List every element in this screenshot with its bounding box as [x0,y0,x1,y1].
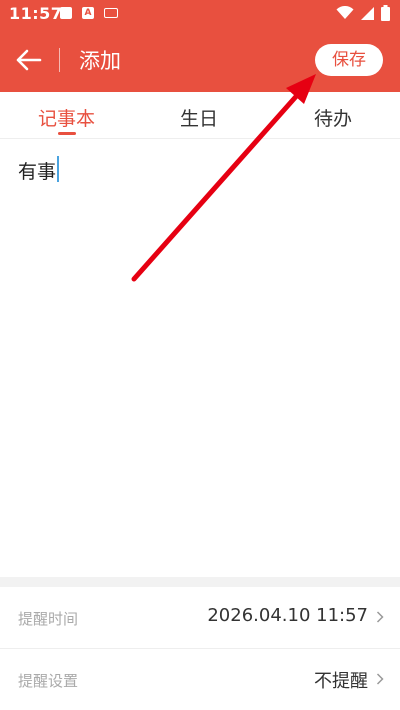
tab-todo[interactable]: 待办 [314,104,352,131]
back-arrow-icon[interactable] [14,46,44,74]
reminder-settings-label: 提醒设置 [18,672,79,690]
text-cursor [57,156,59,182]
signal-icon [361,6,374,20]
chevron-right-icon [376,673,384,685]
android-a-icon: A [82,7,94,19]
page-title: 添加 [79,49,121,73]
reminder-settings-row[interactable]: 提醒设置 不提醒 [0,649,400,710]
section-separator [0,577,400,587]
system-icons [336,5,390,21]
chevron-right-icon [376,611,384,623]
tab-notebook[interactable]: 记事本 [38,104,95,131]
save-button[interactable]: 保存 [315,44,383,76]
note-editor[interactable]: 有事 [0,139,400,577]
keyboard-icon [104,8,118,18]
wifi-icon [336,6,354,19]
note-text[interactable]: 有事 [18,157,56,184]
reminder-time-row[interactable]: 提醒时间 2026.04.10 11:57 [0,587,400,649]
reminder-settings-value: 不提醒 [314,671,368,692]
status-time: 11:57 [9,4,63,23]
active-tab-indicator [58,132,76,135]
category-tabs: 记事本 生日 待办 [0,92,400,139]
app-bar-divider [59,48,60,72]
reminder-time-label: 提醒时间 [18,610,79,628]
battery-icon [381,5,390,21]
notification-icons: A [60,7,118,19]
notification-square-icon [60,7,72,19]
tab-birthday[interactable]: 生日 [180,104,218,131]
status-bar: 11:57 A [0,0,400,28]
reminder-time-value: 2026.04.10 11:57 [207,605,368,626]
app-bar: 添加 保存 [0,28,400,92]
